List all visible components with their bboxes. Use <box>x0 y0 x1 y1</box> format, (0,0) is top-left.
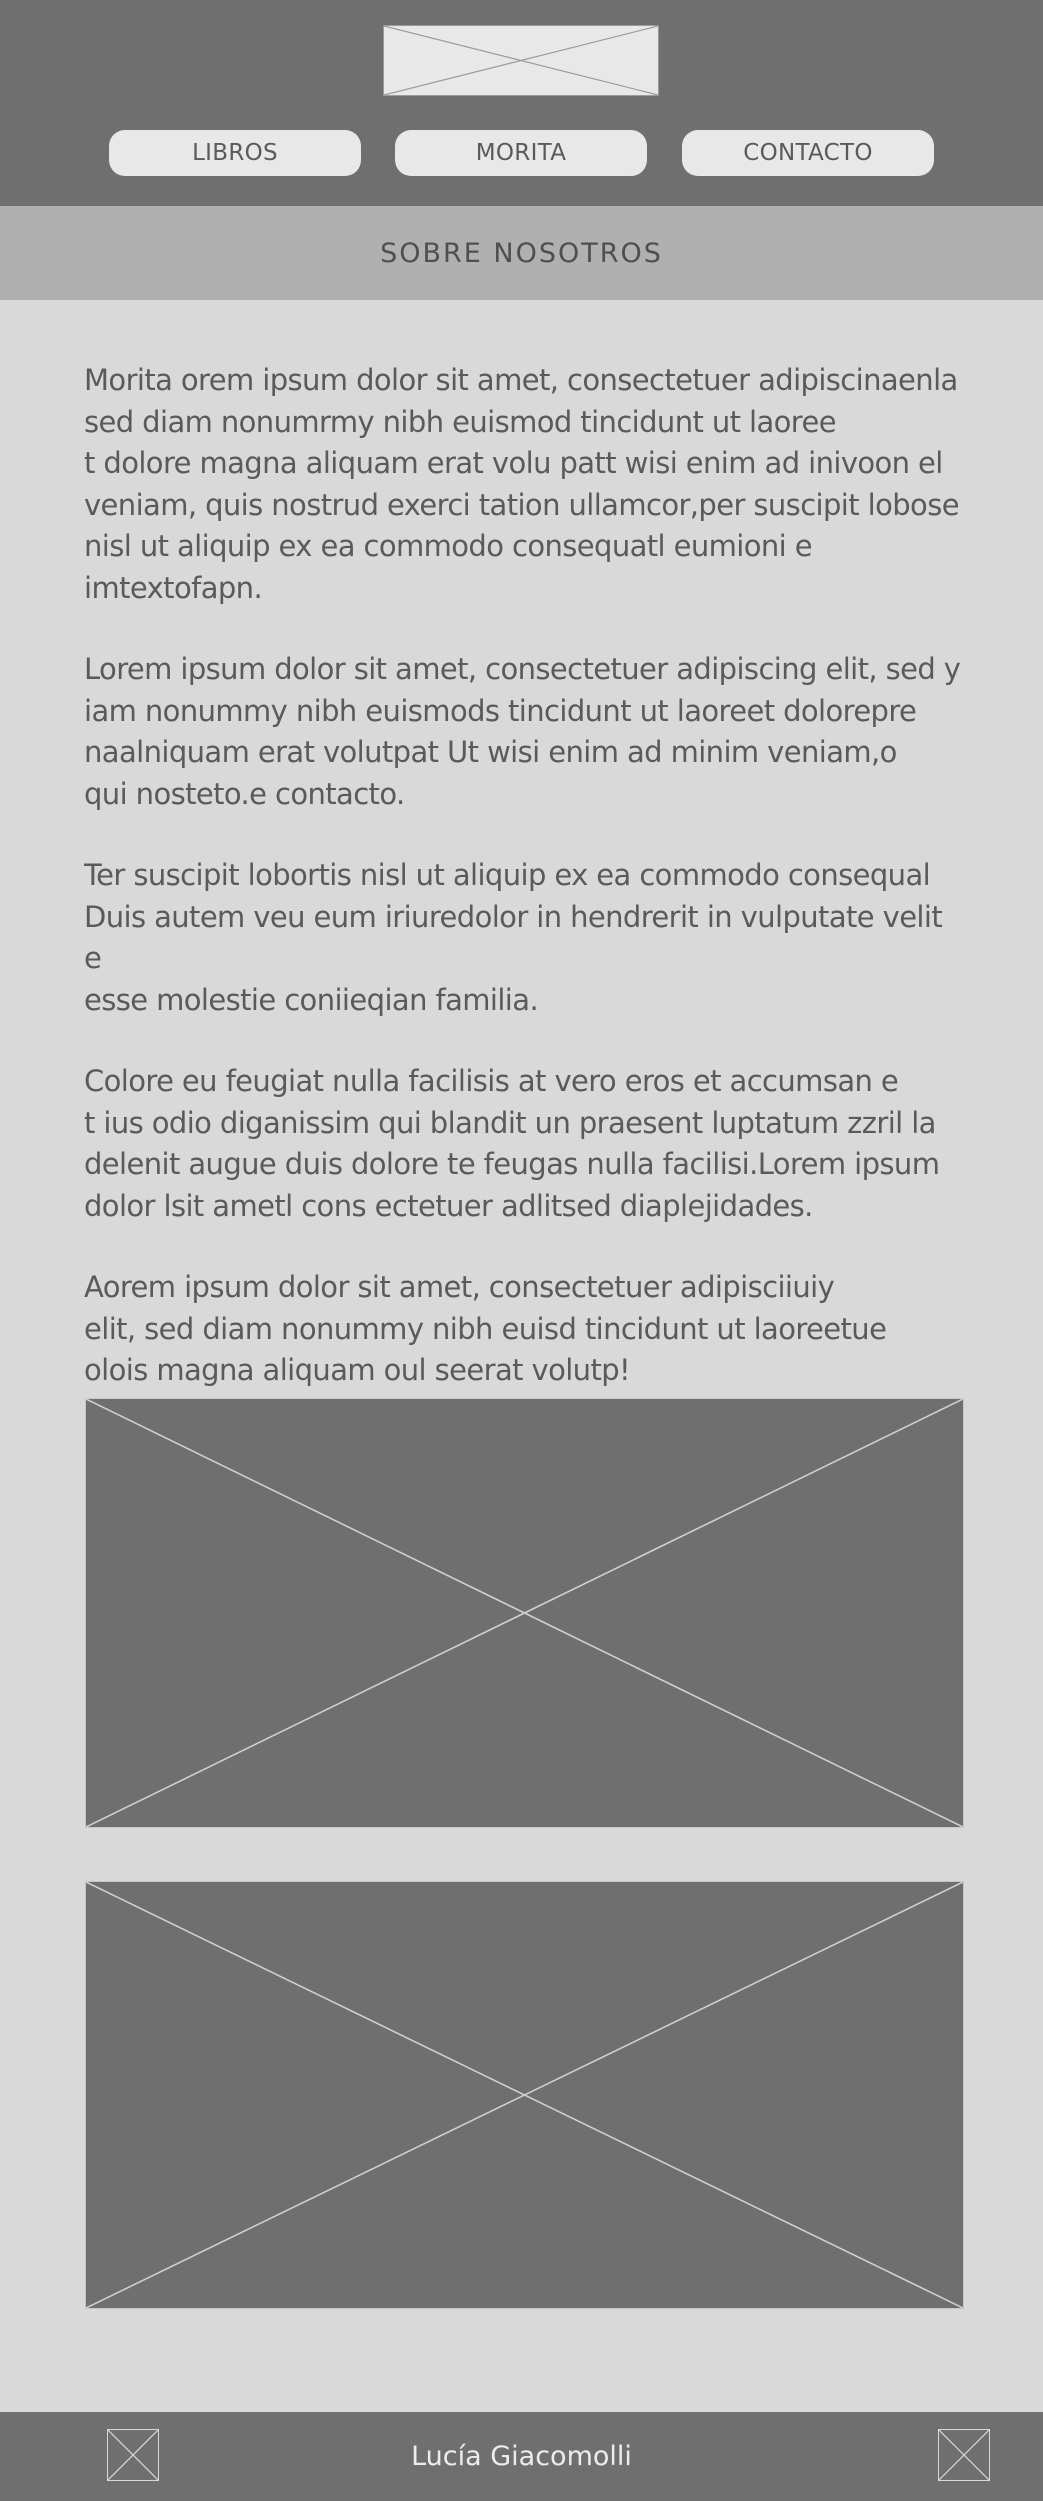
paragraph-4: Colore eu feugiat nulla facilisis at ver… <box>84 1064 940 1223</box>
image-placeholder-1 <box>85 1398 964 1828</box>
paragraph-1: Morita orem ipsum dolor sit amet, consec… <box>84 363 960 605</box>
image-placeholder-icon <box>939 2430 989 2480</box>
site-footer: Lucía Giacomolli <box>0 2412 1043 2501</box>
paragraph-5: Aorem ipsum dolor sit amet, consectetuer… <box>84 1270 887 1387</box>
about-content: Morita orem ipsum dolor sit amet, consec… <box>84 360 964 1432</box>
page-title: SOBRE NOSOTROS <box>380 237 663 269</box>
image-placeholder-icon <box>86 1882 963 2308</box>
image-placeholder-icon <box>108 2430 158 2480</box>
logo-placeholder-icon <box>384 26 658 95</box>
site-header: LIBROS MORITA CONTACTO <box>0 0 1043 206</box>
nav-button-morita[interactable]: MORITA <box>395 130 647 176</box>
image-placeholder-2 <box>85 1881 964 2309</box>
footer-right-icon[interactable] <box>938 2429 990 2481</box>
nav-button-contacto[interactable]: CONTACTO <box>682 130 934 176</box>
section-title-band: SOBRE NOSOTROS <box>0 206 1043 300</box>
paragraph-2: Lorem ipsum dolor sit amet, consectetuer… <box>84 652 961 811</box>
nav-button-libros[interactable]: LIBROS <box>109 130 361 176</box>
image-placeholder-icon <box>86 1399 963 1827</box>
footer-left-icon[interactable] <box>107 2429 159 2481</box>
paragraph-3: Ter suscipit lobortis nisl ut aliquip ex… <box>84 858 943 1017</box>
logo-placeholder[interactable] <box>383 25 659 96</box>
